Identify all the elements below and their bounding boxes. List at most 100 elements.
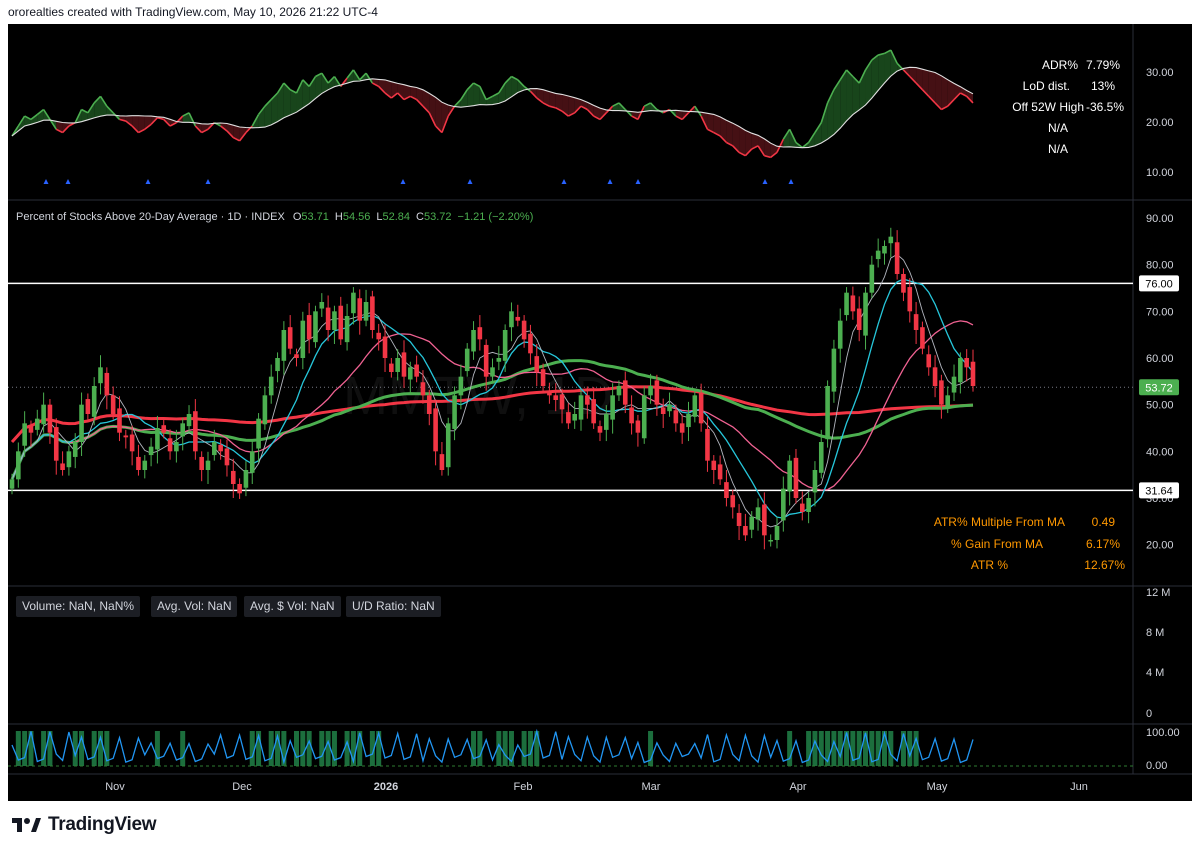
breadth-bar (502, 731, 508, 766)
candle-body (483, 344, 489, 377)
candle-body (395, 358, 400, 372)
candle-body (161, 425, 167, 433)
chart-area[interactable]: MMTW, 1D 30.00 20.00 10.00 90.00 80.00 70.00 6… (8, 24, 1192, 801)
breadth-bar (15, 731, 21, 766)
metrics-table: ATR% Multiple From MA 0.49 % Gain From M… (934, 515, 1125, 572)
chart-svg[interactable]: MMTW, 1D 30.00 20.00 10.00 90.00 80.00 70.00 6… (8, 24, 1192, 801)
candle-body (199, 456, 204, 470)
candle-body (212, 442, 217, 456)
main-axis-tick: 80.00 (1146, 260, 1174, 272)
candle-body (528, 333, 533, 354)
metric-value: 0.49 (1092, 515, 1116, 529)
level-high-label: 76.00 (1145, 278, 1173, 290)
candle-body (667, 404, 672, 412)
candle-body (711, 460, 717, 470)
candle-body (325, 307, 331, 330)
candle-body (958, 358, 963, 383)
main-axis-tick: 50.00 (1146, 400, 1174, 412)
price-axis: 30.00 20.00 10.00 90.00 80.00 70.00 60.00 50.00… (1139, 67, 1180, 772)
candle-body (142, 460, 148, 470)
signal-marker (400, 179, 406, 184)
candle-body (60, 463, 65, 470)
candle-body (939, 380, 944, 405)
candle-body (540, 369, 546, 386)
breadth-bar (294, 731, 300, 766)
tradingview-logo[interactable]: TradingView (12, 814, 157, 836)
ud-ratio-legend: U/D Ratio: NaN (346, 596, 441, 617)
ribbon-fill (726, 120, 733, 146)
candle-body (249, 451, 255, 473)
signal-marker (788, 179, 794, 184)
candle-body (262, 395, 268, 425)
signal-marker (145, 179, 151, 184)
ribbon-fill (941, 75, 948, 110)
time-axis-label: May (927, 781, 948, 793)
candle-body (180, 423, 186, 437)
candle-body (344, 316, 350, 343)
candle-body (837, 320, 843, 349)
candle-body (382, 336, 388, 358)
candle-body (47, 404, 53, 433)
footer: TradingView (0, 801, 1200, 851)
candle-body (351, 292, 356, 314)
ribbon-fill (884, 50, 891, 83)
candle-body (9, 479, 15, 489)
candle-body (117, 408, 122, 433)
main-axis-tick: 60.00 (1146, 353, 1174, 365)
candle-body (951, 376, 957, 393)
candle-body (186, 414, 192, 427)
candle-body (230, 470, 236, 484)
avg-volume-legend: Avg. Vol: NaN (151, 596, 238, 617)
breadth-bar (268, 731, 274, 766)
breadth-bar (913, 731, 919, 766)
candle-body (882, 246, 887, 254)
candle-body (831, 348, 837, 392)
candle-body (306, 315, 312, 340)
candle-body (464, 348, 470, 372)
breadth-bar (154, 731, 160, 766)
candle-body (268, 376, 274, 396)
candle-body (256, 418, 261, 449)
candle-body (869, 264, 875, 293)
candle-body (844, 292, 849, 316)
candle-body (376, 332, 381, 340)
metric-label: % Gain From MA (951, 537, 1043, 551)
breadth-bar (881, 731, 887, 766)
candle-body (793, 457, 799, 498)
main-pane[interactable]: MMTW, 1D (8, 227, 1133, 550)
time-axis-label: Mar (642, 781, 661, 793)
candle-body (34, 418, 40, 430)
candle-body (749, 516, 755, 530)
breadth-bar (521, 731, 527, 766)
candle-body (856, 308, 862, 330)
top-axis-tick: 30.00 (1146, 67, 1174, 79)
candle-body (332, 311, 337, 330)
candle-body (41, 404, 46, 425)
candle-body (894, 242, 900, 274)
bottom-pane (8, 728, 1133, 767)
main-axis-tick: 40.00 (1146, 446, 1174, 458)
candle-body (275, 358, 280, 372)
candle-body (818, 442, 824, 473)
candle-body (673, 410, 679, 424)
breadth-bar (300, 731, 306, 766)
candle-body (66, 451, 72, 468)
stat-value: 7.79% (1086, 58, 1120, 72)
breadth-bar (812, 731, 818, 766)
candle-body (79, 404, 84, 442)
stat-value: 13% (1091, 79, 1115, 93)
candle-body (888, 236, 894, 244)
candle-body (104, 372, 110, 396)
signal-marker (607, 179, 613, 184)
candle-body (724, 482, 729, 498)
brand-name: TradingView (48, 814, 157, 835)
breadth-bar (787, 731, 793, 766)
candle-body (604, 414, 609, 430)
candle-body (825, 386, 830, 440)
candle-body (850, 295, 856, 312)
candle-body (193, 411, 198, 452)
volume-axis-tick: 8 M (1146, 627, 1164, 639)
top-pane (11, 49, 974, 184)
ribbon-fill (100, 96, 107, 117)
candle-body (300, 320, 306, 358)
